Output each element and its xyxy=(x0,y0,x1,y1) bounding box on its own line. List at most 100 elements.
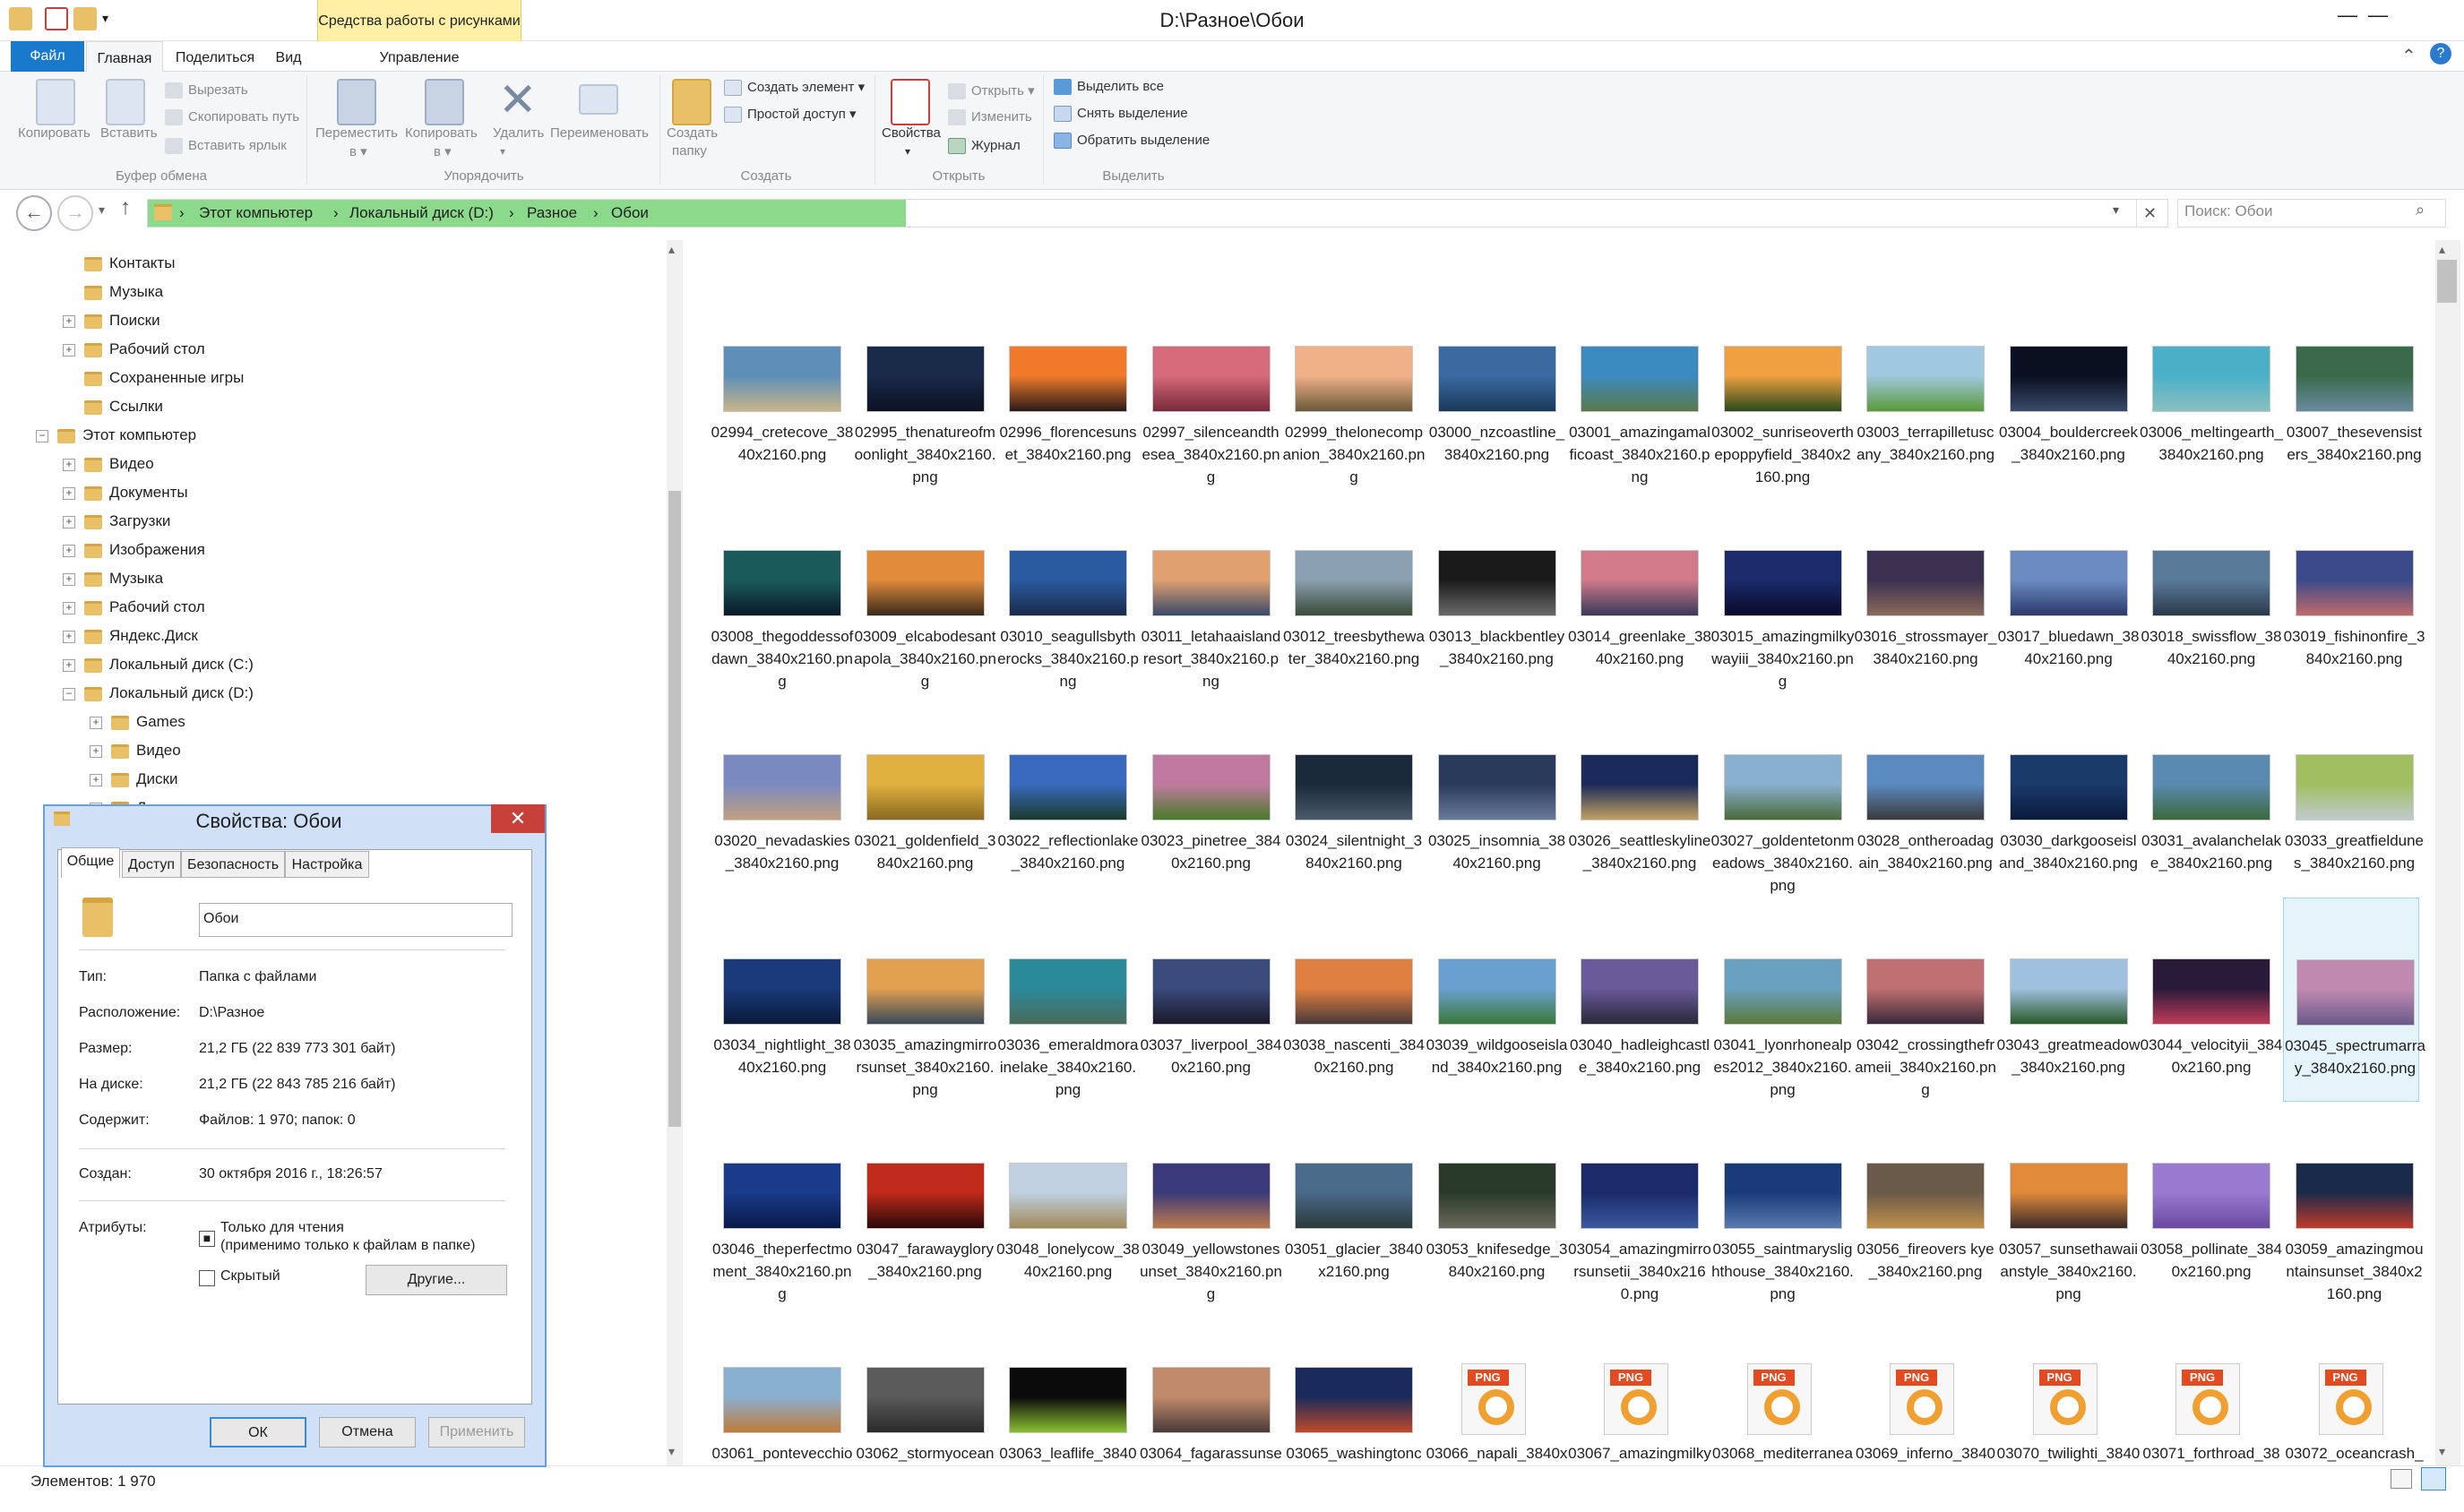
new-item-button[interactable]: Создать элемент ▾ xyxy=(724,79,865,97)
paste-button[interactable]: Вставить xyxy=(100,125,158,141)
invert-selection-button[interactable]: Обратить выделение xyxy=(1054,133,1210,150)
file-tile[interactable]: 03024_silentnight_3840x2160.png xyxy=(1282,693,1422,898)
file-tile[interactable]: 03047_farawayglory_3840x2160.png xyxy=(854,1102,994,1306)
easy-access-button[interactable]: Простой доступ ▾ xyxy=(724,106,857,124)
select-all-button[interactable]: Выделить все xyxy=(1054,79,1164,96)
search-input[interactable]: Поиск: Обои xyxy=(2184,202,2272,220)
content-scroll-up-icon[interactable]: ▴ xyxy=(2439,242,2445,257)
folder-name-field[interactable]: Обои xyxy=(199,903,513,937)
file-tile[interactable]: 03009_elcabodesantapola_3840x2160.png xyxy=(854,489,996,693)
cancel-button[interactable]: Отмена xyxy=(319,1417,416,1448)
scroll-up-icon[interactable]: ▴ xyxy=(668,242,675,257)
new-folder-button[interactable]: Создать xyxy=(667,125,718,141)
nav-item[interactable]: Контакты xyxy=(63,249,175,278)
qat-dropdown-icon[interactable]: ▾ xyxy=(102,11,108,26)
file-tile[interactable]: 03056_fireovers kye_3840x2160.png xyxy=(1854,1102,1994,1306)
expand-icon[interactable]: + xyxy=(63,658,75,672)
up-button[interactable]: ↑ xyxy=(120,195,131,220)
file-tile[interactable]: 02999_thelonecompanion_3840x2160.png xyxy=(1282,285,1425,489)
file-tile[interactable]: 03011_letahaaislandresort_3840x2160.png xyxy=(1140,489,1280,693)
breadcrumb-this-pc[interactable]: Этот компьютер xyxy=(199,199,313,228)
expand-icon[interactable]: + xyxy=(63,572,75,586)
file-tile[interactable]: 03044_velocityii_3840x2160.png xyxy=(2140,898,2282,1102)
file-tile[interactable]: PNG 03067_amazingmilkywayiv_3840x2160.png xyxy=(1568,1306,1711,1465)
delete-icon[interactable]: ✕ xyxy=(498,75,538,125)
nav-item[interactable]: + Загрузки xyxy=(63,507,170,536)
advanced-button[interactable]: Другие... xyxy=(366,1265,507,1295)
folder-icon[interactable] xyxy=(9,7,32,30)
expand-icon[interactable]: + xyxy=(63,544,75,557)
file-tile[interactable]: 03057_sunsethawaiianstyle_3840x2160.png xyxy=(1997,1102,2138,1306)
file-tile[interactable]: 03003_terrapilletuscany_3840x2160.png xyxy=(1854,285,1994,489)
nav-item[interactable]: Ссылки xyxy=(63,392,163,421)
new-folder-icon[interactable] xyxy=(73,7,97,30)
file-tile[interactable]: 03007_thesevensisters_3840x2160.png xyxy=(2283,285,2422,489)
file-tile[interactable]: 03017_bluedawn_3840x2160.png xyxy=(1997,489,2139,693)
tab-security[interactable]: Безопасность xyxy=(181,851,285,878)
nav-item[interactable]: + Диски xyxy=(90,765,177,794)
file-tile[interactable]: 03041_lyonrhonealpes2012_3840x2160.png xyxy=(1711,898,1852,1102)
file-tile[interactable]: PNG 03066_napali_3840x2160.png xyxy=(1426,1306,1567,1465)
file-tile[interactable]: 03042_crossingtheframeii_3840x2160.png xyxy=(1854,898,1996,1102)
file-tile[interactable]: 03051_glacier_3840x2160.png xyxy=(1282,1102,1423,1306)
copy-path-button[interactable]: Скопировать путь xyxy=(165,109,299,126)
file-tile[interactable]: 03025_insomnia_3840x2160.png xyxy=(1426,693,1565,898)
expand-icon[interactable]: + xyxy=(63,343,75,357)
file-tile[interactable]: 03054_amazingmirrorsunsetii_3840x2160.pn… xyxy=(1568,1102,1711,1306)
dialog-close-button[interactable]: ✕ xyxy=(491,804,545,833)
tab-customize[interactable]: Настройка xyxy=(285,851,369,878)
file-tile[interactable]: 02994_cretecove_3840x2160.png xyxy=(711,285,853,489)
apply-button[interactable]: Применить xyxy=(428,1417,525,1448)
file-tile[interactable]: 03043_greatmeadow_3840x2160.png xyxy=(1997,898,2140,1102)
tab-view[interactable]: Вид xyxy=(265,41,312,72)
minimize-glyph[interactable]: — xyxy=(2321,0,2374,36)
properties-big-icon[interactable] xyxy=(891,79,930,125)
select-none-button[interactable]: Снять выделение xyxy=(1054,106,1188,123)
content-scrollbar[interactable] xyxy=(2435,240,2460,1465)
file-tile[interactable]: 03048_lonelycow_3840x2160.png xyxy=(996,1102,1140,1306)
details-view-icon[interactable] xyxy=(2391,1469,2412,1489)
file-tile[interactable]: 03016_strossmayer_3840x2160.png xyxy=(1854,489,1996,693)
nav-item[interactable]: − Этот компьютер xyxy=(36,421,196,450)
copy-to-button[interactable]: Копировать xyxy=(405,125,478,141)
move-to-button[interactable]: Переместить xyxy=(315,125,398,141)
file-tile[interactable]: 03033_greatfieldunes_3840x2160.png xyxy=(2283,693,2424,898)
file-tile[interactable]: 03034_nightlight_3840x2160.png xyxy=(711,898,851,1102)
nav-item[interactable]: − Локальный диск (D:) xyxy=(63,679,254,708)
nav-item[interactable]: + Изображения xyxy=(63,536,205,564)
paste-icon[interactable] xyxy=(106,79,145,125)
file-tile[interactable]: 03022_reflectionlake_3840x2160.png xyxy=(996,693,1138,898)
stop-icon[interactable]: ✕ xyxy=(2136,199,2163,228)
nav-item[interactable]: + Видео xyxy=(63,450,154,478)
new-folder-icon[interactable] xyxy=(672,79,711,125)
nav-item[interactable]: + Яндекс.Диск xyxy=(63,622,198,650)
file-tile[interactable]: PNG 03068_mediterraneansun_3840x2160.png xyxy=(1711,1306,1853,1465)
nav-item[interactable]: + Поиски xyxy=(63,306,160,335)
file-tile[interactable]: 03012_treesbythewater_3840x2160.png xyxy=(1282,489,1425,693)
file-tile[interactable]: 03045_spectrumarray_3840x2160.png xyxy=(2282,898,2425,1102)
search-icon[interactable]: ⌕ xyxy=(2416,201,2425,219)
large-icons-view-icon[interactable] xyxy=(2421,1467,2446,1491)
forward-button[interactable]: → xyxy=(57,195,93,231)
ok-button[interactable]: ОК xyxy=(210,1417,306,1448)
file-tile[interactable]: 03039_wildgooseisland_3840x2160.png xyxy=(1426,898,1567,1102)
file-tile[interactable]: 03010_seagullsbytherocks_3840x2160.png xyxy=(996,489,1139,693)
breadcrumb-wallpapers[interactable]: Обои xyxy=(611,199,649,228)
copy-to-icon[interactable] xyxy=(425,79,464,125)
breadcrumb-disk-d[interactable]: Локальный диск (D:) xyxy=(349,199,494,228)
tab-share[interactable]: Поделиться xyxy=(170,41,260,72)
file-tile[interactable]: 03023_pinetree_3840x2160.png xyxy=(1140,693,1280,898)
expand-icon[interactable]: + xyxy=(90,744,102,758)
tab-file[interactable]: Файл xyxy=(11,41,84,72)
file-tile[interactable]: 03059_amazingmountainsunset_3840x2160.pn… xyxy=(2283,1102,2424,1306)
file-tile[interactable]: 03020_nevadaskies_3840x2160.png xyxy=(711,693,850,898)
file-tile[interactable]: 02997_silenceandthesea_3840x2160.png xyxy=(1140,285,1280,489)
back-button[interactable]: ← xyxy=(16,195,52,231)
collapse-icon[interactable]: − xyxy=(36,429,48,442)
file-tile[interactable]: 03026_seattleskyline_3840x2160.png xyxy=(1568,693,1710,898)
file-tile[interactable]: PNG 03071_forthroad_3840x2160.png xyxy=(2140,1306,2280,1465)
address-history-icon[interactable]: ▾ xyxy=(2113,202,2119,218)
tab-general[interactable]: Общие xyxy=(61,847,120,878)
breadcrumb-separator[interactable]: › xyxy=(593,199,599,228)
file-tile[interactable]: 03055_saintmaryslighthouse_3840x2160.png xyxy=(1711,1102,1854,1306)
